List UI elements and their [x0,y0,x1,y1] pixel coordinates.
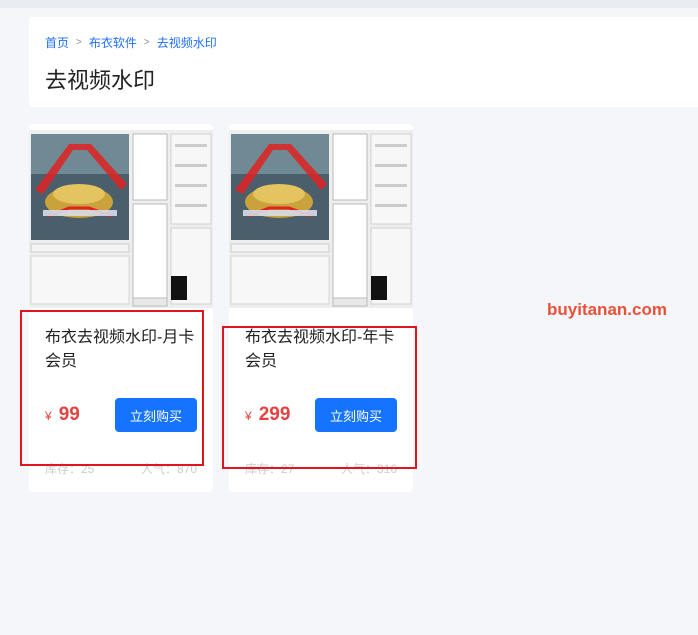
popularity-count: 人气：316 [340,462,397,476]
breadcrumb-home-link[interactable]: 首页 [45,34,69,51]
buy-now-button[interactable]: 立刻购买 [315,398,397,432]
product-stats: 库存：27 人气：316 [245,460,397,477]
product-thumbnail[interactable] [229,124,413,308]
stock-count: 库存：25 [45,462,95,476]
stock-count: 库存：27 [245,462,295,476]
breadcrumb-separator: > [143,37,150,48]
product-card[interactable]: 布衣去视频水印-年卡会员 ¥ 299 立刻购买 库存：27 人气：316 [229,124,413,492]
top-bar [0,0,698,8]
product-name[interactable]: 布衣去视频水印-年卡会员 [245,326,395,374]
product-thumbnail[interactable] [29,124,213,308]
breadcrumb: 首页 > 布衣软件 > 去视频水印 [45,34,217,51]
currency-symbol: ¥ [245,409,252,423]
product-name[interactable]: 布衣去视频水印-月卡会员 [45,326,195,374]
software-screenshot-image [229,124,413,308]
page-title: 去视频水印 [45,68,156,93]
price-value: 299 [258,404,291,425]
software-screenshot-image [29,124,213,308]
popularity-count: 人气：870 [140,462,197,476]
breadcrumb-current-link[interactable]: 去视频水印 [157,34,217,51]
site-watermark: buyitanan.com [547,300,667,319]
buy-now-button[interactable]: 立刻购买 [115,398,197,432]
currency-symbol: ¥ [45,409,52,423]
product-price: ¥ 99 [45,404,80,426]
product-card[interactable]: 布衣去视频水印-月卡会员 ¥ 99 立刻购买 库存：25 人气：870 [29,124,213,492]
price-value: 99 [58,404,80,425]
breadcrumb-category-link[interactable]: 布衣软件 [89,34,137,51]
product-stats: 库存：25 人气：870 [45,460,197,477]
page-header: 首页 > 布衣软件 > 去视频水印 去视频水印 [29,17,698,107]
breadcrumb-separator: > [76,37,82,48]
product-price: ¥ 299 [245,404,290,426]
